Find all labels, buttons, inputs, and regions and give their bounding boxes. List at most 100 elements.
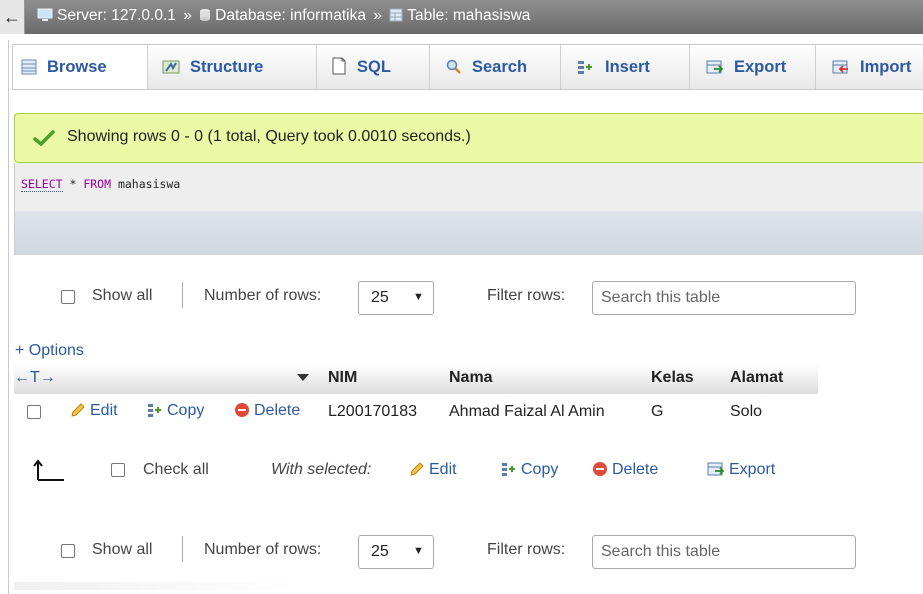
bulk-delete-label: Delete <box>612 461 659 478</box>
row-checkbox[interactable] <box>27 405 41 419</box>
check-all-label[interactable]: Check all <box>143 461 209 479</box>
navigation-top: Show all Number of rows: 25 ▼ Filter row… <box>40 279 920 319</box>
import-icon <box>832 48 850 92</box>
tab-sql[interactable]: SQL <box>317 45 430 89</box>
column-header-alamat[interactable]: Alamat <box>730 369 783 387</box>
server-icon <box>37 2 53 34</box>
tab-bar: Browse Structure SQL Search Insert Expor… <box>12 44 923 90</box>
sql-query-toolbar <box>14 211 923 255</box>
breadcrumb-table[interactable]: Table: mahasiswa <box>407 7 530 24</box>
row-edit-label: Edit <box>90 402 118 419</box>
cell-nama: Ahmad Faizal Al Amin <box>449 403 605 420</box>
bulk-delete-button[interactable]: Delete <box>592 461 658 479</box>
tab-export-label: Export <box>734 58 787 76</box>
number-of-rows-label: Number of rows: <box>204 541 322 558</box>
show-all-label: Show all <box>92 287 153 304</box>
tab-structure-label: Structure <box>190 58 264 76</box>
delete-icon <box>593 462 607 476</box>
tab-sql-label: SQL <box>357 58 391 76</box>
number-of-rows-select[interactable]: 25 ▼ <box>358 281 434 315</box>
row-copy-link[interactable]: Copy <box>147 402 204 420</box>
cell-nim: L200170183 <box>328 403 417 420</box>
number-of-rows-label: Number of rows: <box>204 287 322 304</box>
filter-rows-label: Filter rows: <box>487 541 566 558</box>
bulk-edit-button[interactable]: Edit <box>409 461 457 479</box>
filter-rows-label: Filter rows: <box>487 287 566 304</box>
tab-structure[interactable]: Structure <box>148 45 317 89</box>
with-selected-bar: Check all With selected: Edit Copy Delet… <box>14 452 894 492</box>
sql-table-name: mahasiswa <box>111 177 181 191</box>
delete-icon <box>235 403 249 417</box>
column-resize-arrows[interactable]: ←T→ <box>14 369 56 387</box>
row-delete-link[interactable]: Delete <box>234 402 300 420</box>
table-row: Edit Copy Delete L200170183 Ahmad Faizal… <box>14 394 818 430</box>
sort-arrow-icon[interactable] <box>297 374 309 381</box>
success-message: Showing rows 0 - 0 (1 total, Query took … <box>14 113 923 163</box>
divider <box>182 282 183 308</box>
bulk-copy-label: Copy <box>521 461 559 478</box>
tab-browse-label: Browse <box>47 58 107 76</box>
breadcrumb-separator: » <box>183 7 192 24</box>
cell-kelas: G <box>651 403 664 420</box>
number-of-rows-value: 25 <box>371 543 389 560</box>
bulk-edit-label: Edit <box>429 461 457 478</box>
tab-insert-label: Insert <box>605 58 650 76</box>
back-arrow-button[interactable]: ← <box>0 0 25 34</box>
options-link[interactable]: + Options <box>15 342 84 360</box>
sql-star: * <box>62 177 84 191</box>
tab-search[interactable]: Search <box>430 45 561 89</box>
browse-icon <box>21 48 37 92</box>
tab-search-label: Search <box>472 58 528 76</box>
column-header-nim[interactable]: NIM <box>328 369 357 387</box>
insert-icon <box>577 48 595 92</box>
left-page-rule <box>0 40 9 594</box>
filter-rows-input[interactable] <box>592 281 856 315</box>
number-of-rows-select[interactable]: 25 ▼ <box>358 535 434 569</box>
structure-icon <box>162 48 180 92</box>
show-all-checkbox[interactable] <box>61 290 75 304</box>
row-delete-label: Delete <box>254 402 301 419</box>
database-icon <box>199 2 211 34</box>
table-header: ←T→ NIM Nama Kelas Alamat <box>14 364 818 394</box>
show-all-checkbox[interactable] <box>61 544 75 558</box>
sql-keyword-from: FROM <box>83 177 112 191</box>
export-icon <box>707 462 725 476</box>
pencil-icon <box>71 403 85 417</box>
sql-query-text: SELECT * FROM mahasiswa <box>21 177 181 192</box>
breadcrumb-database[interactable]: Database: informatika <box>215 7 366 24</box>
table-icon <box>389 2 403 34</box>
breadcrumb-server[interactable]: Server: 127.0.0.1 <box>57 7 176 24</box>
search-icon <box>446 48 462 92</box>
row-copy-label: Copy <box>167 402 205 419</box>
copy-icon <box>502 463 515 476</box>
check-all-checkbox[interactable] <box>111 463 125 477</box>
tab-insert[interactable]: Insert <box>561 45 690 89</box>
navigation-bottom: Show all Number of rows: 25 ▼ Filter row… <box>40 533 920 573</box>
copy-icon <box>148 404 161 417</box>
dropdown-arrow-icon: ▼ <box>413 291 424 303</box>
checkmark-icon <box>33 129 55 152</box>
bottom-shadow <box>14 582 304 590</box>
select-all-arrow-icon <box>32 458 66 487</box>
bulk-export-label: Export <box>729 461 776 478</box>
tab-import[interactable]: Import <box>816 45 923 89</box>
filter-rows-input[interactable] <box>592 535 856 569</box>
tab-browse[interactable]: Browse <box>13 45 148 89</box>
tab-export[interactable]: Export <box>690 45 816 89</box>
breadcrumb: Server: 127.0.0.1 » Database: informatik… <box>37 0 530 34</box>
column-header-nama[interactable]: Nama <box>449 369 493 387</box>
row-edit-link[interactable]: Edit <box>70 402 118 420</box>
column-header-kelas[interactable]: Kelas <box>651 369 694 387</box>
show-all-label: Show all <box>92 541 153 558</box>
sql-keyword-select[interactable]: SELECT <box>21 177 63 192</box>
pencil-icon <box>410 462 424 476</box>
with-selected-label: With selected: <box>271 461 372 478</box>
sql-query-box: SELECT * FROM mahasiswa <box>14 163 923 211</box>
bulk-export-button[interactable]: Export <box>707 461 775 479</box>
bulk-copy-button[interactable]: Copy <box>501 461 558 479</box>
breadcrumb-bar: ← Server: 127.0.0.1 » Database: informat… <box>0 0 923 34</box>
number-of-rows-value: 25 <box>371 289 389 306</box>
export-icon <box>706 48 724 92</box>
success-message-text: Showing rows 0 - 0 (1 total, Query took … <box>67 128 471 145</box>
breadcrumb-separator: » <box>373 7 382 24</box>
